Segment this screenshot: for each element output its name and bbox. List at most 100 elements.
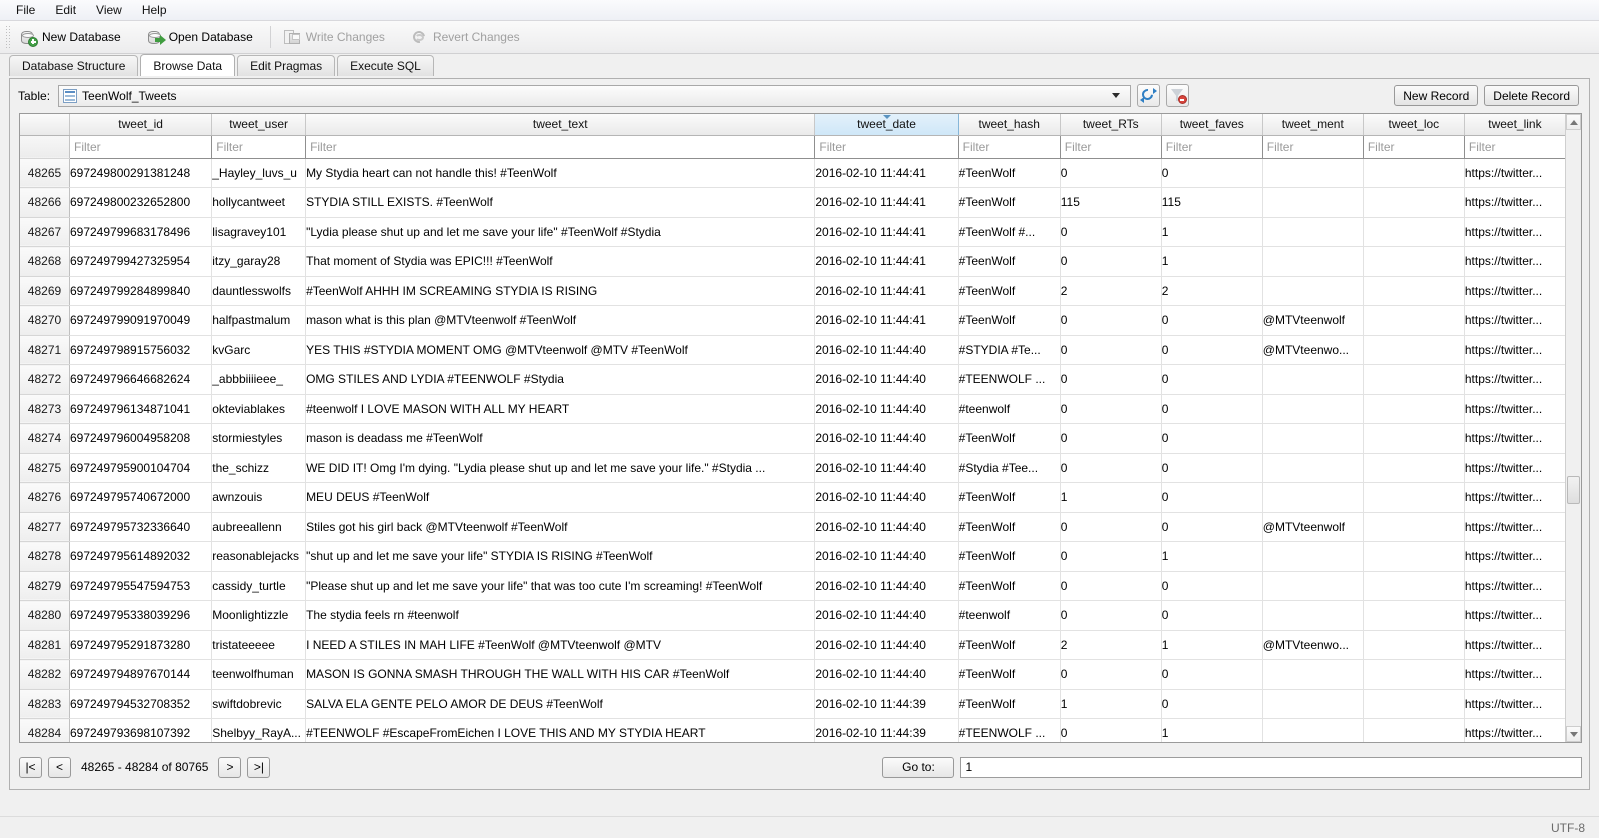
cell-tweet-loc[interactable] xyxy=(1363,482,1465,513)
table-row[interactable]: 48280 697249795338039296 Moonlightizzle The… xyxy=(20,600,1565,631)
cell-tweet-rts[interactable]: 1 xyxy=(1060,482,1162,513)
cell-tweet-faves[interactable]: 115 xyxy=(1161,187,1263,218)
cell-tweet-link[interactable]: https://twitter... xyxy=(1464,600,1565,631)
cell-tweet-faves[interactable]: 0 xyxy=(1161,394,1263,424)
filter-input-tweet-faves[interactable]: Filter xyxy=(1161,135,1263,159)
row-number[interactable]: 48271 xyxy=(20,335,70,365)
cell-tweet-hash[interactable]: #TeenWolf xyxy=(958,512,1061,542)
cell-tweet-text[interactable]: MEU DEUS #TeenWolf xyxy=(305,482,816,513)
cell-tweet-date[interactable]: 2016-02-10 11:44:40 xyxy=(814,512,959,542)
cell-tweet-id[interactable]: 697249795614892032 xyxy=(69,541,213,572)
cell-tweet-text[interactable]: The stydia feels rn #teenwolf xyxy=(305,600,816,631)
cell-tweet-user[interactable]: _Hayley_luvs_u xyxy=(211,158,307,188)
column-header-tweet-faves[interactable]: tweet_faves xyxy=(1161,114,1263,136)
cell-tweet-faves[interactable]: 0 xyxy=(1161,335,1263,365)
cell-tweet-user[interactable]: tristateeeee xyxy=(211,630,307,660)
cell-tweet-link[interactable]: https://twitter... xyxy=(1464,689,1565,719)
cell-tweet-id[interactable]: 697249799683178496 xyxy=(69,217,213,247)
cell-tweet-ment[interactable] xyxy=(1262,482,1364,513)
cell-tweet-user[interactable]: dauntlesswolfs xyxy=(211,276,307,306)
cell-tweet-link[interactable]: https://twitter... xyxy=(1464,335,1565,365)
table-row[interactable]: 48279 697249795547594753 cassidy_turtle "Pl… xyxy=(20,571,1565,601)
cell-tweet-hash[interactable]: #TEENWOLF ... xyxy=(958,718,1061,742)
cell-tweet-rts[interactable]: 2 xyxy=(1060,276,1162,306)
cell-tweet-id[interactable]: 697249794897670144 xyxy=(69,659,213,690)
cell-tweet-date[interactable]: 2016-02-10 11:44:40 xyxy=(814,394,959,424)
menu-item-help[interactable]: Help xyxy=(132,1,177,20)
cell-tweet-link[interactable]: https://twitter... xyxy=(1464,571,1565,601)
new-record-button[interactable]: New Record xyxy=(1394,85,1479,106)
cell-tweet-ment[interactable]: @MTVteenwolf xyxy=(1262,512,1364,542)
cell-tweet-user[interactable]: reasonablejacks xyxy=(211,541,307,572)
cell-tweet-text[interactable]: mason is deadass me #TeenWolf xyxy=(305,423,816,454)
cell-tweet-ment[interactable] xyxy=(1262,276,1364,306)
row-number[interactable]: 48284 xyxy=(20,718,70,742)
cell-tweet-link[interactable]: https://twitter... xyxy=(1464,453,1565,483)
cell-tweet-id[interactable]: 697249795338039296 xyxy=(69,600,213,631)
cell-tweet-hash[interactable]: #TeenWolf #... xyxy=(958,217,1061,247)
cell-tweet-rts[interactable]: 0 xyxy=(1060,364,1162,395)
cell-tweet-hash[interactable]: #TeenWolf xyxy=(958,423,1061,454)
cell-tweet-rts[interactable]: 115 xyxy=(1060,187,1162,218)
row-number[interactable]: 48266 xyxy=(20,187,70,218)
cell-tweet-rts[interactable]: 0 xyxy=(1060,453,1162,483)
cell-tweet-id[interactable]: 697249795740672000 xyxy=(69,482,213,513)
cell-tweet-link[interactable]: https://twitter... xyxy=(1464,541,1565,572)
first-page-button[interactable]: |< xyxy=(19,756,42,778)
cell-tweet-rts[interactable]: 0 xyxy=(1060,423,1162,454)
column-header-tweet-text[interactable]: tweet_text xyxy=(305,114,816,136)
cell-tweet-user[interactable]: Shelbyy_RayA... xyxy=(211,718,307,742)
cell-tweet-loc[interactable] xyxy=(1363,512,1465,542)
cell-tweet-text[interactable]: STYDIA STILL EXISTS. #TeenWolf xyxy=(305,187,816,218)
row-number[interactable]: 48280 xyxy=(20,600,70,631)
table-select[interactable]: TeenWolf_Tweets xyxy=(58,84,1132,107)
tab-execute-sql[interactable]: Execute SQL xyxy=(337,55,434,76)
cell-tweet-ment[interactable] xyxy=(1262,541,1364,572)
filter-input-tweet-text[interactable]: Filter xyxy=(305,135,816,159)
cell-tweet-loc[interactable] xyxy=(1363,689,1465,719)
cell-tweet-text[interactable]: "Please shut up and let me save your lif… xyxy=(305,571,816,601)
cell-tweet-text[interactable]: My Stydia heart can not handle this! #Te… xyxy=(305,158,816,188)
table-row[interactable]: 48275 697249795900104704 the_schizz WE DID … xyxy=(20,453,1565,483)
cell-tweet-date[interactable]: 2016-02-10 11:44:40 xyxy=(814,335,959,365)
cell-tweet-ment[interactable] xyxy=(1262,659,1364,690)
cell-tweet-loc[interactable] xyxy=(1363,571,1465,601)
cell-tweet-faves[interactable]: 0 xyxy=(1161,659,1263,690)
cell-tweet-text[interactable]: That moment of Stydia was EPIC!!! #TeenW… xyxy=(305,246,816,277)
cell-tweet-link[interactable]: https://twitter... xyxy=(1464,187,1565,218)
cell-tweet-loc[interactable] xyxy=(1363,305,1465,336)
cell-tweet-date[interactable]: 2016-02-10 11:44:40 xyxy=(814,571,959,601)
cell-tweet-id[interactable]: 697249796004958208 xyxy=(69,423,213,454)
vertical-scrollbar[interactable] xyxy=(1565,114,1581,742)
last-page-button[interactable]: >| xyxy=(247,756,271,778)
cell-tweet-rts[interactable]: 0 xyxy=(1060,600,1162,631)
cell-tweet-id[interactable]: 697249794532708352 xyxy=(69,689,213,719)
cell-tweet-rts[interactable]: 0 xyxy=(1060,217,1162,247)
cell-tweet-rts[interactable]: 0 xyxy=(1060,394,1162,424)
cell-tweet-faves[interactable]: 0 xyxy=(1161,364,1263,395)
table-row[interactable]: 48268 697249799427325954 itzy_garay28 That … xyxy=(20,246,1565,277)
cell-tweet-text[interactable]: YES THIS #STYDIA MOMENT OMG @MTVteenwolf… xyxy=(305,335,816,365)
column-header-tweet-link[interactable]: tweet_link xyxy=(1464,114,1565,136)
cell-tweet-hash[interactable]: #TEENWOLF ... xyxy=(958,364,1061,395)
cell-tweet-date[interactable]: 2016-02-10 11:44:41 xyxy=(814,187,959,218)
table-row[interactable]: 48282 697249794897670144 teenwolfhuman MASO… xyxy=(20,659,1565,690)
cell-tweet-user[interactable]: _abbbiiiieee_ xyxy=(211,364,307,395)
cell-tweet-link[interactable]: https://twitter... xyxy=(1464,659,1565,690)
cell-tweet-text[interactable]: #TEENWOLF #EscapeFromEichen I LOVE THIS … xyxy=(305,718,816,742)
cell-tweet-loc[interactable] xyxy=(1363,158,1465,188)
table-row[interactable]: 48283 697249794532708352 swiftdobrevic SALV… xyxy=(20,689,1565,719)
menu-item-edit[interactable]: Edit xyxy=(45,1,86,20)
cell-tweet-text[interactable]: I NEED A STILES IN MAH LIFE #TeenWolf @M… xyxy=(305,630,816,660)
filter-input-tweet-rts[interactable]: Filter xyxy=(1060,135,1162,159)
cell-tweet-hash[interactable]: #TeenWolf xyxy=(958,187,1061,218)
cell-tweet-user[interactable]: the_schizz xyxy=(211,453,307,483)
cell-tweet-hash[interactable]: #STYDIA #Te... xyxy=(958,335,1061,365)
cell-tweet-loc[interactable] xyxy=(1363,718,1465,742)
row-number[interactable]: 48283 xyxy=(20,689,70,719)
table-row[interactable]: 48276 697249795740672000 awnzouis MEU DEUS … xyxy=(20,482,1565,513)
cell-tweet-faves[interactable]: 0 xyxy=(1161,423,1263,454)
goto-input[interactable]: 1 xyxy=(960,756,1582,778)
toolbar-grip[interactable] xyxy=(4,26,10,48)
cell-tweet-hash[interactable]: #teenwolf xyxy=(958,394,1061,424)
